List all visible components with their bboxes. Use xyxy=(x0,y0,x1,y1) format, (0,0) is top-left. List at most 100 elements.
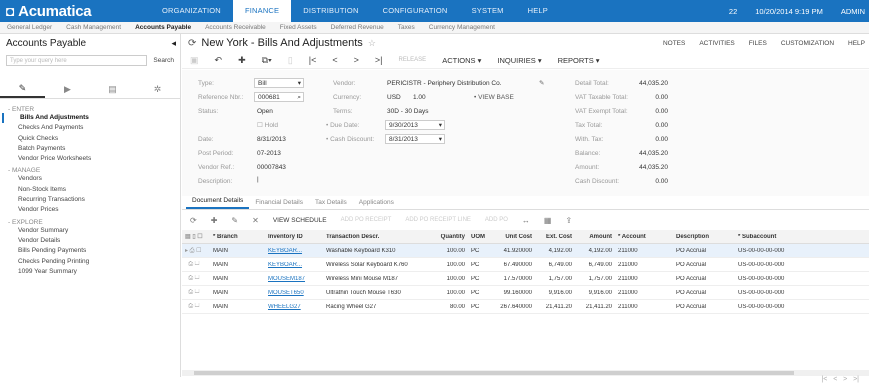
hold-checkbox[interactable]: ☐ Hold xyxy=(257,121,278,129)
due-date-field[interactable]: 9/30/2013 ▾ xyxy=(385,120,445,130)
add-icon[interactable]: ✚ xyxy=(238,55,246,66)
reports-icon[interactable]: ▤ xyxy=(90,81,135,98)
files-link[interactable]: FILES xyxy=(749,40,767,47)
actions-menu[interactable]: ACTIONS ▾ xyxy=(442,56,481,65)
export-excel-icon[interactable]: ▦ xyxy=(544,216,552,225)
delete-icon[interactable]: ▯ xyxy=(288,55,293,66)
play-icon[interactable]: ▶ xyxy=(45,81,90,98)
sidebar-search-input[interactable]: Type your query here xyxy=(6,54,148,66)
inquiries-menu[interactable]: INQUIRIES ▾ xyxy=(497,56,541,65)
module-distribution[interactable]: DISTRIBUTION xyxy=(291,0,370,22)
grid-edit-icon[interactable]: ✎ xyxy=(231,216,238,225)
pencil-icon[interactable]: ✎ xyxy=(0,81,45,98)
cash-discount-value[interactable]: 0.00 xyxy=(632,178,668,185)
notification-badge[interactable]: 22 xyxy=(729,7,737,16)
col-subaccount[interactable]: * Subaccount xyxy=(735,234,845,240)
pager-last-icon[interactable]: >| xyxy=(853,376,859,383)
terms-field[interactable]: 30D - 30 Days xyxy=(387,108,429,115)
subnav-general-ledger[interactable]: General Ledger xyxy=(0,24,59,31)
sidebar-item-vendor-prices[interactable]: Vendor Prices xyxy=(0,205,180,215)
add-po-receipt-line-button[interactable]: ADD PO RECEIPT LINE xyxy=(405,217,471,223)
inventory-id-link[interactable]: MOUSET650 xyxy=(265,290,323,296)
nav-group-explore[interactable]: - EXPLORE xyxy=(0,216,180,226)
currency-rate[interactable]: 1.00 xyxy=(413,94,426,101)
acumatica-logo[interactable]: ◘ Acumatica xyxy=(0,3,150,20)
table-row[interactable]: ⎙ ☐ MAIN WHEELG27 Racing Wheel G27 80.00… xyxy=(182,300,869,314)
table-row[interactable]: ⎙ ☐ MAIN KEYBOAR... Wireless Solar Keybo… xyxy=(182,258,869,272)
col-uom[interactable]: UOM xyxy=(468,234,493,240)
sidebar-item-bills-pending-payments[interactable]: Bills Pending Payments xyxy=(0,246,180,256)
customization-link[interactable]: CUSTOMIZATION xyxy=(781,40,834,47)
add-po-button[interactable]: ADD PO xyxy=(485,217,508,223)
col-description[interactable]: Description xyxy=(673,234,735,240)
pager-first-icon[interactable]: |< xyxy=(821,376,827,383)
inventory-id-link[interactable]: KEYBOAR... xyxy=(265,262,323,268)
collapse-icon[interactable]: ◂ xyxy=(171,38,176,49)
grid-delete-icon[interactable]: ✕ xyxy=(252,216,259,225)
user-menu[interactable]: ADMIN xyxy=(841,7,865,16)
currency-field[interactable]: USD xyxy=(387,94,401,101)
table-row[interactable]: ⎙ ☐ MAIN MOUSET650 Ultrathin Touch Mouse… xyxy=(182,286,869,300)
first-record-icon[interactable]: |< xyxy=(309,55,317,65)
refresh-icon[interactable]: ⟳ xyxy=(188,38,196,49)
subnav-taxes[interactable]: Taxes xyxy=(391,24,422,31)
inventory-id-link[interactable]: KEYBOAR... xyxy=(265,248,323,254)
undo-icon[interactable]: ↶ xyxy=(215,55,223,66)
copy-paste-icon[interactable]: ⧉▾ xyxy=(262,55,272,66)
activities-link[interactable]: ACTIVITIES xyxy=(699,40,734,47)
subnav-accounts-payable[interactable]: Accounts Payable xyxy=(128,24,198,31)
ref-nbr-field[interactable]: 000681 ⌕ xyxy=(254,92,304,102)
datetime[interactable]: 10/20/2014 9:19 PM xyxy=(755,7,823,16)
module-system[interactable]: SYSTEM xyxy=(460,0,516,22)
col-unit-cost[interactable]: Unit Cost xyxy=(493,234,535,240)
view-base-button[interactable]: • VIEW BASE xyxy=(474,94,514,101)
add-po-receipt-button[interactable]: ADD PO RECEIPT xyxy=(341,217,392,223)
save-icon[interactable]: ▣ xyxy=(190,55,199,66)
upload-icon[interactable]: ⇪ xyxy=(565,216,572,225)
tab-document-details[interactable]: Document Details xyxy=(186,197,250,209)
fit-columns-icon[interactable]: ↔ xyxy=(522,216,530,225)
pager-prev-icon[interactable]: < xyxy=(833,376,837,383)
nav-group-enter[interactable]: - ENTER xyxy=(0,103,180,113)
inventory-id-link[interactable]: MOUSEM187 xyxy=(265,276,323,282)
reports-menu[interactable]: REPORTS ▾ xyxy=(558,56,600,65)
sidebar-item-recurring-transactions[interactable]: Recurring Transactions xyxy=(0,195,180,205)
grid-refresh-icon[interactable]: ⟳ xyxy=(190,216,197,225)
module-finance[interactable]: FINANCE xyxy=(232,0,292,22)
module-help[interactable]: HELP xyxy=(516,0,560,22)
subnav-fixed-assets[interactable]: Fixed Assets xyxy=(273,24,324,31)
tab-financial-details[interactable]: Financial Details xyxy=(249,199,309,209)
sidebar-item-vendor-price-worksheets[interactable]: Vendor Price Worksheets xyxy=(0,154,180,164)
edit-vendor-icon[interactable]: ✎ xyxy=(539,79,544,87)
col-transaction-descr[interactable]: Transaction Descr. xyxy=(323,234,433,240)
post-period-field[interactable]: 07-2013 xyxy=(257,150,281,157)
grid-add-icon[interactable]: ✚ xyxy=(211,216,218,225)
vendor-field[interactable]: PERICISTR - Periphery Distribution Co. xyxy=(387,80,502,87)
pager-next-icon[interactable]: > xyxy=(843,376,847,383)
subnav-currency-management[interactable]: Currency Management xyxy=(422,24,502,31)
type-select[interactable]: Bill ▾ xyxy=(254,78,304,88)
subnav-accounts-receivable[interactable]: Accounts Receivable xyxy=(198,24,273,31)
col-amount[interactable]: Amount xyxy=(575,234,615,240)
date-field[interactable]: 8/31/2013 xyxy=(257,136,286,143)
tab-applications[interactable]: Applications xyxy=(353,199,400,209)
notes-link[interactable]: NOTES xyxy=(663,40,685,47)
amount-value[interactable]: 44,035.20 xyxy=(632,164,668,171)
col-ext-cost[interactable]: Ext. Cost xyxy=(535,234,575,240)
sidebar-item-vendor-details[interactable]: Vendor Details xyxy=(0,236,180,246)
sidebar-item-quick-checks[interactable]: Quick Checks xyxy=(0,134,180,144)
sidebar-search-button[interactable]: Search xyxy=(153,57,174,64)
col-inventory-id[interactable]: Inventory ID xyxy=(265,234,323,240)
sidebar-item-vendor-summary[interactable]: Vendor Summary xyxy=(0,226,180,236)
next-record-icon[interactable]: > xyxy=(354,55,359,65)
gear-icon[interactable]: ✲ xyxy=(135,81,180,98)
col-branch[interactable]: * Branch xyxy=(210,234,265,240)
help-link[interactable]: HELP xyxy=(848,40,865,47)
scrollbar-thumb[interactable] xyxy=(194,371,794,375)
subnav-deferred-revenue[interactable]: Deferred Revenue xyxy=(324,24,391,31)
release-button[interactable]: RELEASE xyxy=(399,57,427,63)
sidebar-item-non-stock-items[interactable]: Non-Stock Items xyxy=(0,185,180,195)
table-row[interactable]: ⎙ ☐ MAIN MOUSEM187 Wireless Mini Mouse M… xyxy=(182,272,869,286)
col-quantity[interactable]: Quantity xyxy=(433,234,468,240)
view-schedule-button[interactable]: VIEW SCHEDULE xyxy=(273,217,327,224)
